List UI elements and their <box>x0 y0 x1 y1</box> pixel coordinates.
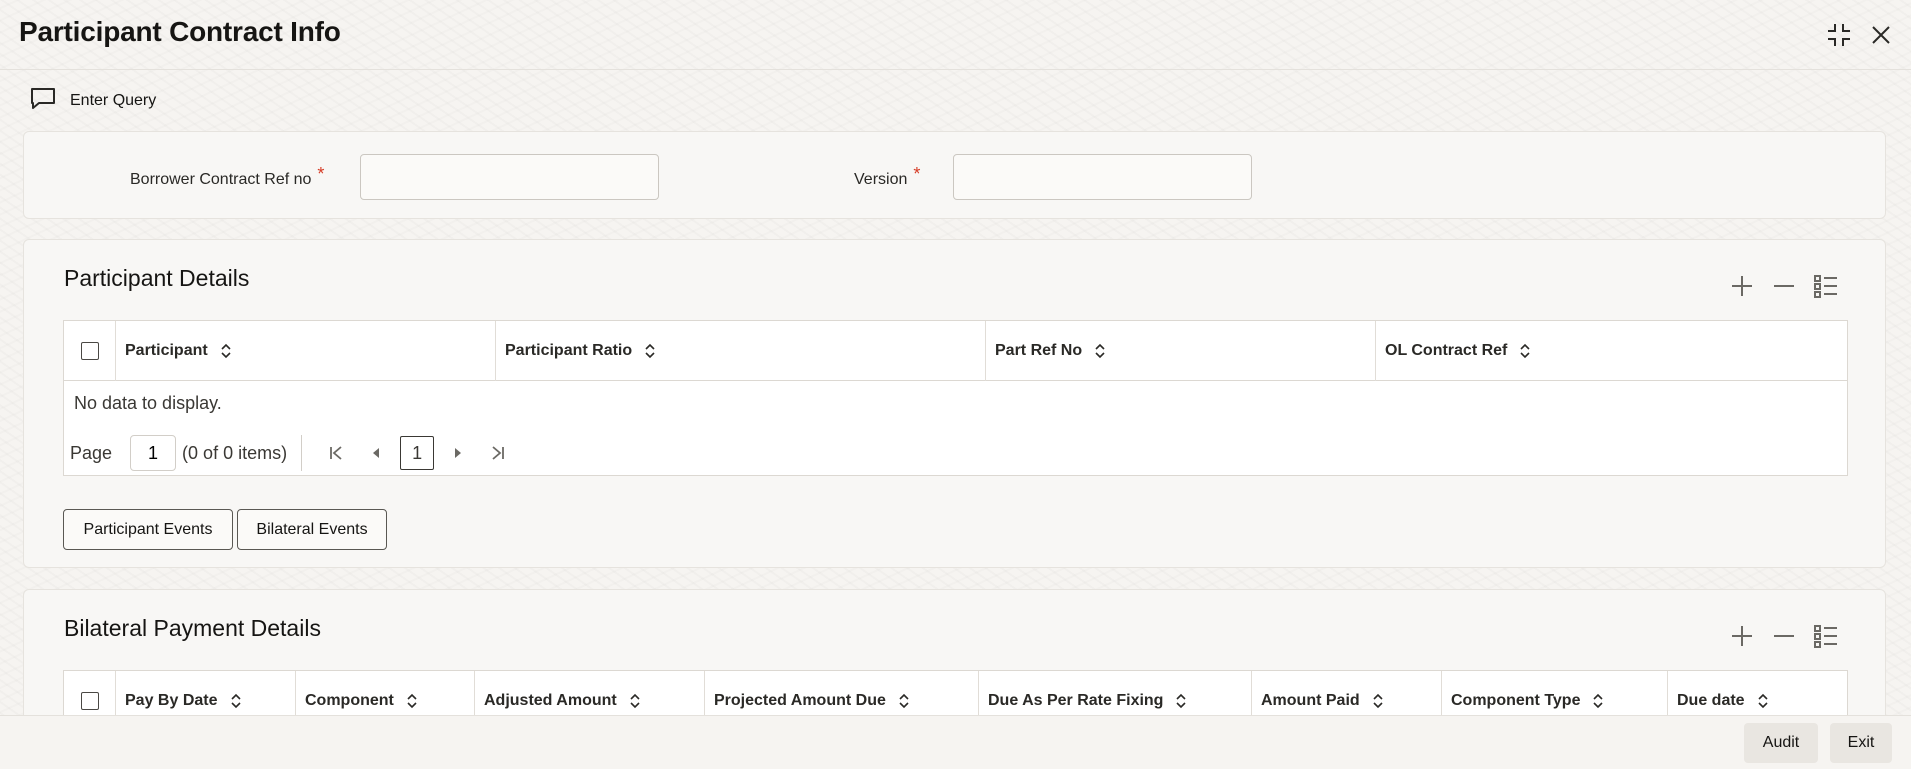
column-header-label: Participant Ratio <box>505 342 633 359</box>
items-count: (0 of 0 items) <box>182 442 288 463</box>
delete-row-icon[interactable] <box>1769 271 1799 301</box>
column-header[interactable]: OL Contract Ref <box>1376 321 1847 381</box>
version-label: Version * <box>854 164 920 189</box>
query-panel: Borrower Contract Ref no * Version * <box>23 131 1886 219</box>
borrower-ref-label: Borrower Contract Ref no * <box>130 164 324 189</box>
delete-row-icon[interactable] <box>1769 621 1799 651</box>
bilateral-events-button[interactable]: Bilateral Events <box>237 509 387 550</box>
column-header[interactable]: Part Ref No <box>986 321 1376 381</box>
column-header[interactable]: Participant Ratio <box>496 321 986 381</box>
add-row-icon[interactable] <box>1727 621 1757 651</box>
required-indicator: * <box>913 164 921 184</box>
sort-icon[interactable] <box>220 343 232 359</box>
participant-details-title: Participant Details <box>64 265 250 291</box>
column-header-label: Amount Paid <box>1261 692 1360 709</box>
column-header[interactable]: Participant <box>116 321 496 381</box>
compress-icon[interactable] <box>1822 18 1856 52</box>
participant-table-actions <box>1727 271 1841 301</box>
column-header-label: OL Contract Ref <box>1385 342 1508 359</box>
participant-grid-header: Participant Participant Ratio Part Ref N… <box>64 321 1847 381</box>
select-all-checkbox[interactable] <box>80 342 99 360</box>
column-header-label: Adjusted Amount <box>484 692 617 709</box>
participant-grid: Participant Participant Ratio Part Ref N… <box>63 320 1848 476</box>
column-header-label: Part Ref No <box>995 342 1083 359</box>
page-label: Page <box>70 442 113 463</box>
pagination: Page (0 of 0 items) 1 <box>70 433 518 473</box>
audit-button[interactable]: Audit <box>1744 723 1818 763</box>
previous-page-icon[interactable] <box>356 435 396 471</box>
sort-icon[interactable] <box>898 693 910 709</box>
select-all-cell <box>64 321 116 381</box>
participant-details-panel: Participant Details Participant Particip… <box>23 239 1886 568</box>
borrower-ref-label-text: Borrower Contract Ref no <box>130 171 312 188</box>
column-header-label: Due date <box>1677 692 1745 709</box>
borrower-ref-input[interactable] <box>360 154 659 200</box>
column-header-label: Participant <box>125 342 208 359</box>
add-row-icon[interactable] <box>1727 271 1757 301</box>
sort-icon[interactable] <box>644 343 656 359</box>
page-title: Participant Contract Info <box>19 16 341 47</box>
title-bar: Participant Contract Info <box>0 0 1911 70</box>
column-header-label: Pay By Date <box>125 692 218 709</box>
list-view-icon[interactable] <box>1811 271 1841 301</box>
select-all-checkbox[interactable] <box>80 692 99 710</box>
required-indicator: * <box>317 164 325 184</box>
next-page-icon[interactable] <box>438 435 478 471</box>
sort-icon[interactable] <box>1094 343 1106 359</box>
first-page-icon[interactable] <box>316 435 356 471</box>
column-header-label: Projected Amount Due <box>714 692 886 709</box>
version-input[interactable] <box>953 154 1252 200</box>
list-view-icon[interactable] <box>1811 621 1841 651</box>
column-header-label: Component <box>305 692 394 709</box>
sort-icon[interactable] <box>406 693 418 709</box>
bilateral-table-actions <box>1727 621 1841 651</box>
footer-bar: Audit Exit <box>0 715 1911 769</box>
sort-icon[interactable] <box>1372 693 1384 709</box>
close-icon[interactable] <box>1864 18 1898 52</box>
sort-icon[interactable] <box>1519 343 1531 359</box>
last-page-icon[interactable] <box>478 435 518 471</box>
column-header-label: Component Type <box>1451 692 1581 709</box>
participant-events-button[interactable]: Participant Events <box>63 509 233 550</box>
page-number-input[interactable] <box>130 435 177 471</box>
current-page-button[interactable]: 1 <box>400 436 435 470</box>
enter-query-button[interactable]: Enter Query <box>30 86 156 116</box>
pager-divider <box>301 435 303 471</box>
empty-table-message: No data to display. <box>74 393 222 413</box>
version-label-text: Version <box>854 171 908 188</box>
sort-icon[interactable] <box>1175 693 1187 709</box>
exit-button[interactable]: Exit <box>1830 723 1892 763</box>
enter-query-label: Enter Query <box>70 92 157 109</box>
sort-icon[interactable] <box>1757 693 1769 709</box>
sort-icon[interactable] <box>629 693 641 709</box>
sort-icon[interactable] <box>230 693 242 709</box>
column-header-label: Due As Per Rate Fixing <box>988 692 1164 709</box>
sort-icon[interactable] <box>1592 693 1604 709</box>
chat-bubble-icon <box>30 87 56 116</box>
bilateral-payment-title: Bilateral Payment Details <box>64 615 321 641</box>
bilateral-payment-panel: Bilateral Payment Details Pay By Date Co… <box>23 589 1886 731</box>
